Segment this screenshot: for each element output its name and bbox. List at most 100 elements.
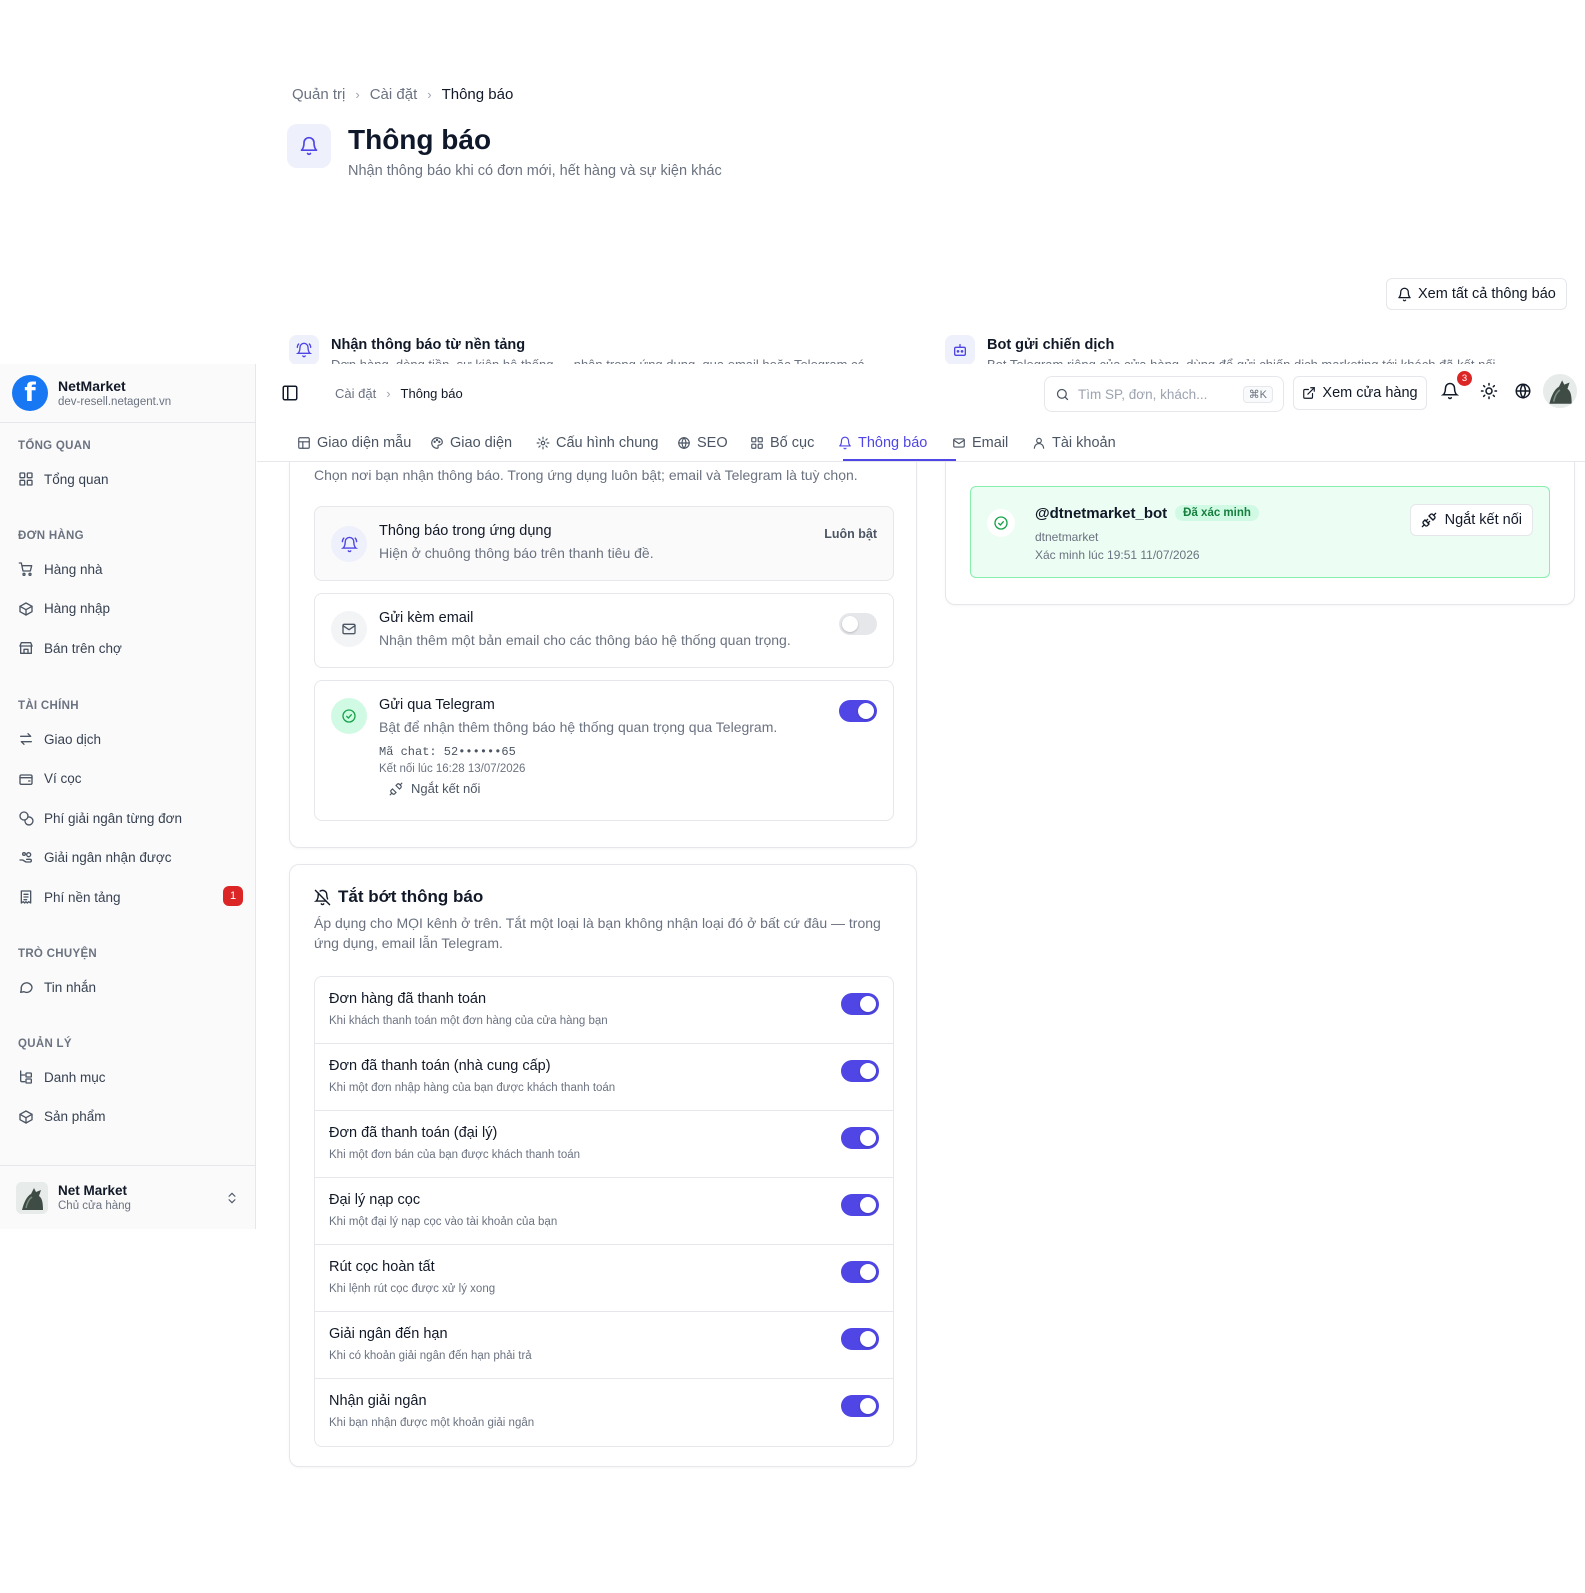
tab-bell[interactable]: Thông báo [838,431,927,455]
search-placeholder: Tìm SP, đơn, khách... [1078,386,1208,402]
sidebar-item[interactable]: Hàng nhà [18,558,243,580]
tab-label: Cấu hình chung [556,435,659,451]
nav-section-title: TỔNG QUAN [18,440,91,452]
list-item: Rút cọc hoàn tất Khi lệnh rút cọc được xử… [315,1245,893,1312]
layout-icon [750,436,764,450]
chevron-right-icon: › [427,87,432,102]
wallet-icon [18,771,34,787]
bot-verified-at: Xác minh lúc 19:51 11/07/2026 [1035,548,1200,562]
sun-icon[interactable] [1480,382,1500,402]
tab-mail[interactable]: Email [952,431,1008,455]
tab-globe[interactable]: SEO [677,431,728,455]
breadcrumb: Quản trị › Cài đặt › Thông báo [292,86,513,103]
mail-icon [952,436,966,450]
brand-name: NetMarket [58,378,126,394]
notification-toggle[interactable] [841,1060,879,1082]
package-icon [18,601,34,617]
bell-icon [287,124,331,168]
dashboard-icon [18,471,34,487]
email-toggle[interactable] [839,613,877,635]
disconnect-telegram-button[interactable]: Ngắt kết nối [389,781,480,796]
mute-notifications-card: Tắt bớt thông báo Áp dụng cho MỌI kênh ở… [289,864,917,1467]
bell-icon[interactable] [1441,382,1461,402]
sidebar-item[interactable]: Bán trên chợ [18,637,243,659]
facebook-logo-icon: f [12,375,48,411]
page-title: Thông báo [348,124,492,155]
user-icon [1032,436,1046,450]
tab-layout[interactable]: Bố cục [750,431,814,455]
brand[interactable]: f NetMarket dev-resell.netagent.vn [0,364,255,423]
pref-desc: Khi lệnh rút cọc được xử lý xong [329,1283,496,1295]
user-menu[interactable]: Net Market Chủ cửa hàng [0,1165,255,1229]
campaign-bot-card: @dtnetmarket_bot Đã xác minh dtnetmarket … [945,462,1575,605]
channels-card: Chọn nơi bạn nhận thông báo. Trong ứng d… [289,462,917,848]
view-all-notifications-button[interactable]: Xem tất cả thông báo [1386,278,1567,310]
bot-username: @dtnetmarket_bot [1035,505,1168,522]
globe-icon[interactable] [1514,382,1534,402]
sidebar-item[interactable]: Sản phẩm [18,1106,243,1128]
pref-title: Đơn đã thanh toán (đại lý) [329,1125,498,1141]
bot-title: Bot gửi chiến dịch [987,337,1115,353]
sidebar-item[interactable]: Phí nền tảng 1 [18,886,243,908]
pref-desc: Khi một đại lý nạp cọc vào tài khoản của… [329,1216,558,1228]
coins-icon [18,810,34,826]
sidebar-item[interactable]: Giao dịch [18,728,243,750]
telegram-toggle[interactable] [839,700,877,722]
avatar[interactable] [1543,374,1577,408]
sidebar-item[interactable]: Ví cọc [18,768,243,790]
list-item: Nhận giải ngân Khi bạn nhận được một khoả… [315,1379,893,1446]
sidebar-item-label: Danh mục [44,1069,106,1085]
check-circle-icon [331,698,367,734]
disconnect-label: Ngắt kết nối [411,781,481,796]
unplug-icon [1421,512,1437,528]
sidebar: f NetMarket dev-resell.netagent.vn TỔNG … [0,364,256,1229]
notification-toggle[interactable] [841,1261,879,1283]
tab-gear[interactable]: Cấu hình chung [536,431,658,455]
template-icon [297,436,311,450]
breadcrumb-item[interactable]: Quản trị [292,86,345,103]
channel-in-app: Thông báo trong ứng dụng Hiện ở chuông t… [314,506,894,581]
view-store-button[interactable]: Xem cửa hàng [1293,376,1427,410]
notification-toggle[interactable] [841,1395,879,1417]
nav-section-title: ĐƠN HÀNG [18,530,84,542]
sidebar-toggle-icon[interactable] [281,384,299,402]
nav-section-title: TRÒ CHUYỆN [18,948,98,960]
sidebar-item[interactable]: Hàng nhập [18,598,243,620]
sidebar-item-label: Phí giải ngân từng đơn [44,810,182,826]
sidebar-item[interactable]: Tổng quan [18,468,243,490]
tab-user[interactable]: Tài khoản [1032,431,1116,455]
sidebar-item[interactable]: Phí giải ngân từng đơn [18,807,243,829]
sidebar-item[interactable]: Danh mục [18,1066,243,1088]
disconnect-bot-button[interactable]: Ngắt kết nối [1409,504,1533,536]
notification-toggle[interactable] [841,1127,879,1149]
check-circle-icon [987,509,1015,537]
list-item: Đại lý nạp cọc Khi một đại lý nạp cọc vào… [315,1178,893,1245]
notification-toggle[interactable] [841,1328,879,1350]
sidebar-item-label: Sản phẩm [44,1109,106,1124]
sidebar-item-label: Bán trên chợ [44,640,122,656]
transfer-icon [18,731,34,747]
sidebar-item[interactable]: Giải ngân nhận được [18,847,243,869]
sidebar-item-label: Tổng quan [44,471,109,487]
notification-toggle[interactable] [841,1194,879,1216]
pref-title: Rút cọc hoàn tất [329,1259,435,1275]
bot-status-panel: @dtnetmarket_bot Đã xác minh dtnetmarket … [970,486,1550,578]
breadcrumb-item[interactable]: Cài đặt [370,86,418,103]
sidebar-item[interactable]: Tin nhắn [18,976,243,998]
bell-ring-icon [289,335,319,365]
channel-desc: Nhận thêm một bản email cho các thông bá… [379,632,791,648]
brand-domain: dev-resell.netagent.vn [58,396,172,408]
chat-id: Mã chat: 52••••••65 [379,745,516,759]
search-input[interactable]: Tìm SP, đơn, khách... ⌘K [1044,376,1284,412]
tab-label: Thông báo [858,435,928,451]
gear-icon [536,436,550,450]
bell-ring-icon [331,526,367,562]
tab-palette[interactable]: Giao diện [430,431,512,455]
nav-section-title: TÀI CHÍNH [18,700,79,712]
notification-toggle[interactable] [841,993,879,1015]
pref-desc: Khi khách thanh toán một đơn hàng của cử… [329,1015,608,1027]
tab-template[interactable]: Giao diện mẫu [297,431,411,455]
sidebar-item-label: Phí nền tảng [44,889,121,905]
breadcrumb-item[interactable]: Cài đặt [335,386,376,401]
bell-icon [1397,287,1412,302]
